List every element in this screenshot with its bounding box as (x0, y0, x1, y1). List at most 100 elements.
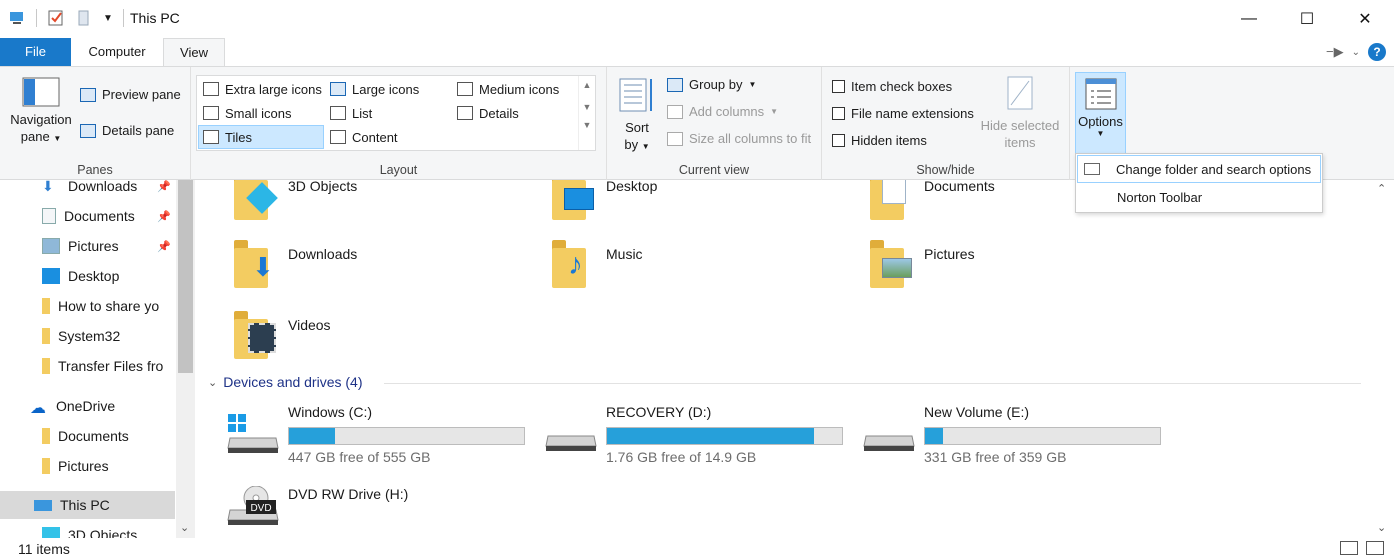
folder-documents-icon (868, 180, 916, 222)
group-by-button[interactable]: Group by ▼ (667, 77, 756, 92)
sort-by-icon (619, 78, 652, 112)
tab-file[interactable]: File (0, 38, 71, 66)
folder-videos[interactable]: Videos (232, 307, 331, 361)
pin-ribbon-icon[interactable]: −▶ (1326, 44, 1344, 60)
sidebar-item-onedrive[interactable]: ☁ OneDrive (0, 392, 175, 420)
details-pane-icon (80, 123, 96, 138)
folder-music[interactable]: ♪ Music (550, 236, 643, 290)
computer-icon (34, 499, 52, 511)
scroll-up-icon[interactable]: ⌃ (1377, 182, 1386, 195)
add-columns-button[interactable]: Add columns ▼ (667, 104, 778, 119)
hide-selected-items-button[interactable]: Hide selected items (978, 75, 1062, 151)
norton-toolbar-label: Norton Toolbar (1117, 189, 1203, 205)
sidebar-item-label: Pictures (68, 238, 119, 254)
small-icons-label: Small icons (225, 105, 292, 121)
details-pane-button[interactable]: Details pane (80, 123, 174, 138)
folder-downloads[interactable]: ⬇ Downloads (232, 236, 357, 290)
sidebar-item-how-to-share[interactable]: How to share yo (0, 292, 175, 320)
customize-qat-chevron-icon[interactable]: ▼ (103, 13, 113, 24)
chevron-down-icon: ▼ (770, 107, 779, 116)
navigation-scrollbar-thumb[interactable] (178, 180, 193, 373)
hidden-items-checkbox[interactable] (832, 134, 845, 147)
properties-icon[interactable] (47, 9, 65, 27)
drive-c[interactable]: Windows (C:) 447 GB free of 555 GB (226, 404, 536, 470)
size-all-columns-button[interactable]: Size all columns to fit (667, 131, 811, 146)
sidebar-item-desktop[interactable]: Desktop (0, 262, 175, 290)
tab-computer[interactable]: Computer (72, 38, 162, 66)
drive-usage-fill (289, 428, 335, 444)
item-check-boxes-checkbox[interactable] (832, 80, 845, 93)
list-option[interactable]: List (326, 101, 372, 125)
sidebar-item-system32[interactable]: System32 (0, 322, 175, 350)
norton-toolbar-item[interactable]: Norton Toolbar (1077, 183, 1321, 211)
file-name-extensions-toggle[interactable]: File name extensions (832, 106, 974, 121)
file-name-extensions-checkbox[interactable] (832, 107, 845, 120)
drive-h[interactable]: DVD DVD RW Drive (H:) (226, 486, 536, 538)
windows-drive-icon (227, 414, 279, 453)
sidebar-item-transfer-files[interactable]: Transfer Files fro (0, 352, 175, 380)
folder-pictures[interactable]: Pictures (868, 236, 975, 290)
pin-icon: 📌 (157, 181, 171, 193)
scroll-down-icon[interactable]: ⌄ (1377, 521, 1386, 534)
extra-large-icons-option[interactable]: Extra large icons (199, 77, 322, 101)
sort-by-button[interactable]: Sort by ▼ (615, 75, 659, 155)
folder-desktop[interactable]: Desktop (550, 180, 657, 222)
options-icon (1085, 78, 1116, 110)
medium-icons-option[interactable]: Medium icons (453, 77, 559, 101)
this-pc-icon[interactable] (8, 9, 26, 27)
expand-ribbon-icon[interactable]: ⌄ (1352, 47, 1360, 58)
item-check-boxes-toggle[interactable]: Item check boxes (832, 79, 952, 94)
sidebar-item-label: 3D Objects (68, 527, 138, 538)
details-option[interactable]: Details (453, 101, 519, 125)
scroll-down-icon[interactable]: ⌄ (180, 521, 189, 534)
folder-3d-objects[interactable]: 3D Objects (232, 180, 357, 222)
sidebar-item-3d-objects[interactable]: 3D Objects (0, 521, 175, 538)
scroll-down-icon[interactable]: ▼ (579, 102, 595, 112)
navigation-pane-label-2: pane (20, 129, 50, 144)
preview-pane-button[interactable]: Preview pane (80, 87, 181, 102)
folder-name: Videos (288, 317, 331, 333)
sidebar-item-onedrive-pictures[interactable]: Pictures (0, 452, 175, 480)
options-label: Options (1078, 114, 1123, 129)
hidden-items-toggle[interactable]: Hidden items (832, 133, 927, 148)
content-option[interactable]: Content (326, 125, 398, 149)
tiles-option[interactable]: Tiles (198, 125, 324, 149)
file-name-extensions-label: File name extensions (851, 106, 974, 121)
desktop-icon (42, 268, 60, 284)
folder-name: Pictures (924, 246, 975, 262)
size-columns-icon (667, 131, 683, 146)
new-folder-icon[interactable] (75, 9, 93, 27)
navigation-pane-label: Navigation (10, 112, 72, 127)
sidebar-item-pictures[interactable]: Pictures 📌 (0, 232, 175, 260)
change-folder-options-item[interactable]: Change folder and search options (1077, 155, 1321, 183)
large-icons-view-icon[interactable] (1366, 541, 1384, 555)
small-icons-option[interactable]: Small icons (199, 101, 291, 125)
navigation-scrollbar[interactable]: ⌄ (176, 180, 195, 538)
help-button[interactable]: ? (1368, 43, 1386, 61)
item-check-boxes-label: Item check boxes (851, 79, 953, 94)
hidden-items-label: Hidden items (851, 133, 927, 148)
maximize-button[interactable]: ☐ (1278, 0, 1336, 38)
drive-e[interactable]: New Volume (E:) 331 GB free of 359 GB (862, 404, 1172, 470)
options-button[interactable]: Options ▼ (1075, 72, 1126, 154)
devices-section-header[interactable]: ⌄ Devices and drives (4) (208, 374, 363, 390)
tab-view[interactable]: View (163, 38, 225, 67)
folder-documents[interactable]: Documents (868, 180, 995, 222)
sidebar-item-onedrive-documents[interactable]: Documents (0, 422, 175, 450)
drive-usage-fill (925, 428, 944, 444)
tiles-label: Tiles (225, 129, 252, 145)
chevron-down-icon: ▼ (1096, 129, 1105, 138)
sidebar-item-downloads[interactable]: ⬇ Downloads 📌 (0, 180, 175, 200)
drive-d[interactable]: RECOVERY (D:) 1.76 GB free of 14.9 GB (544, 404, 854, 470)
minimize-button[interactable]: — (1220, 0, 1278, 38)
layout-gallery-scroll[interactable]: ▲ ▼ ▼ (578, 76, 595, 150)
large-icons-option[interactable]: Large icons (326, 77, 419, 101)
details-view-icon[interactable] (1340, 541, 1358, 555)
sidebar-item-this-pc[interactable]: This PC (0, 491, 175, 519)
more-icon[interactable]: ▼ (579, 120, 595, 130)
close-button[interactable]: ✕ (1336, 0, 1394, 38)
navigation-pane-button[interactable]: Navigation pane ▼ (6, 77, 76, 147)
scroll-up-icon[interactable]: ▲ (579, 80, 595, 90)
content-scrollbar[interactable]: ⌃ ⌄ (1372, 180, 1392, 538)
sidebar-item-documents[interactable]: Documents 📌 (0, 202, 175, 230)
